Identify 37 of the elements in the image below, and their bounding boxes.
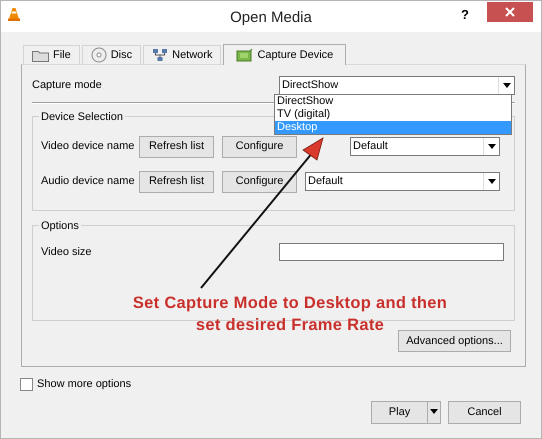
configure-button[interactable]: Configure (222, 136, 297, 158)
checkbox[interactable] (20, 378, 33, 391)
field-label: Audio device name (41, 174, 136, 190)
play-button[interactable]: Play (371, 400, 428, 424)
window-title: Open Media (230, 8, 312, 28)
tab[interactable]: Disc (82, 45, 142, 64)
cone-icon (8, 7, 20, 21)
dropdown-option[interactable]: TV (digital) (275, 108, 511, 121)
input-field[interactable] (279, 243, 504, 261)
tab[interactable]: Capture Device (223, 44, 346, 65)
disc-icon (90, 47, 107, 63)
capture-mode-dropdown[interactable]: DirectShow (279, 76, 515, 94)
field-label: Video device name (41, 139, 136, 154)
close-icon (505, 7, 515, 17)
tab[interactable]: File (23, 45, 80, 64)
group-title: Options (39, 218, 81, 234)
device-dropdown[interactable]: Default (305, 172, 500, 191)
cancel-button[interactable]: Cancel (448, 400, 521, 424)
capture-card-icon (236, 48, 254, 62)
caret-icon (430, 409, 438, 414)
device-dropdown[interactable]: Default (350, 137, 500, 156)
dropdown-option[interactable]: DirectShow (275, 95, 511, 108)
refresh-button[interactable]: Refresh list (139, 136, 214, 158)
help-button[interactable]: ? (461, 5, 469, 24)
tab[interactable]: Network (143, 45, 222, 64)
field-label: Capture mode (32, 78, 102, 93)
close-button[interactable] (487, 2, 533, 22)
checkbox-label: Show more options (37, 377, 132, 392)
field-label: Video size (41, 244, 92, 260)
play-menu-button[interactable] (428, 400, 441, 424)
advanced-options-button[interactable]: Advanced options... (398, 330, 511, 352)
refresh-button[interactable]: Refresh list (139, 170, 214, 192)
caret-icon (483, 173, 499, 190)
caret-icon (483, 138, 499, 155)
network-icon (152, 48, 168, 62)
configure-button[interactable]: Configure (222, 170, 297, 192)
folder-icon (32, 48, 49, 62)
